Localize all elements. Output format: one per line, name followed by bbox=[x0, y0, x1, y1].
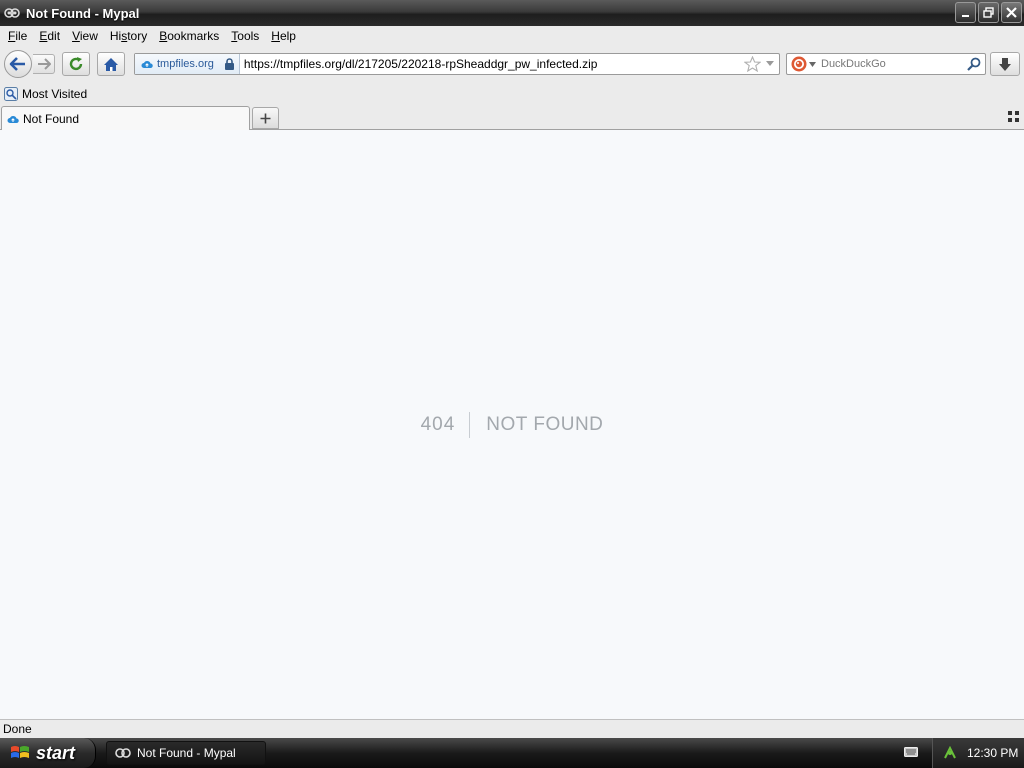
page-content: 404 NOT FOUND bbox=[0, 130, 1024, 719]
url-bar[interactable]: tmpfiles.org https://tmpfiles.org/dl/217… bbox=[134, 53, 780, 75]
grid-dot bbox=[1008, 111, 1012, 115]
bookmarks-toolbar: Most Visited bbox=[0, 83, 1024, 105]
window-controls bbox=[955, 2, 1022, 23]
forward-arrow-icon bbox=[37, 58, 51, 70]
cloud-icon bbox=[141, 61, 153, 68]
minimize-icon bbox=[961, 14, 969, 17]
url-bar-actions bbox=[744, 56, 775, 72]
chevron-down-icon bbox=[809, 61, 816, 67]
taskbar-item-label: Not Found - Mypal bbox=[137, 746, 236, 760]
error-text: NOT FOUND bbox=[486, 414, 604, 435]
navigation-toolbar: tmpfiles.org https://tmpfiles.org/dl/217… bbox=[0, 47, 1024, 81]
taskbar: start Not Found - Mypal 12:30 PM bbox=[0, 738, 1024, 768]
grid-dot bbox=[1015, 111, 1019, 115]
title-bar: Not Found - Mypal bbox=[0, 0, 1024, 26]
system-tray: 12:30 PM bbox=[932, 738, 1024, 768]
menu-help[interactable]: Help bbox=[265, 29, 302, 43]
menu-file[interactable]: File bbox=[2, 29, 33, 43]
minimize-button[interactable] bbox=[955, 2, 976, 23]
menu-history[interactable]: History bbox=[104, 29, 153, 43]
status-text: Done bbox=[3, 722, 32, 736]
menu-label-post: elp bbox=[279, 29, 296, 43]
tab-strip: Not Found bbox=[0, 106, 1024, 130]
start-button[interactable]: start bbox=[0, 738, 96, 768]
menu-label-post: ookmarks bbox=[167, 29, 220, 43]
menu-bookmarks[interactable]: Bookmarks bbox=[153, 29, 225, 43]
menu-view[interactable]: View bbox=[66, 29, 104, 43]
bookmark-star-icon[interactable] bbox=[744, 56, 761, 72]
site-identity[interactable]: tmpfiles.org bbox=[135, 54, 240, 74]
tab-not-found[interactable]: Not Found bbox=[1, 106, 250, 130]
menu-label-post: ile bbox=[15, 29, 28, 43]
tab-label: Not Found bbox=[23, 111, 80, 126]
close-icon bbox=[1006, 7, 1017, 18]
most-visited-folder-icon bbox=[4, 87, 18, 101]
home-icon bbox=[104, 57, 118, 71]
grid-dot bbox=[1015, 118, 1019, 122]
windows-logo-icon bbox=[11, 746, 29, 758]
menu-label-post: dit bbox=[47, 29, 61, 43]
list-all-tabs-button[interactable] bbox=[1008, 111, 1020, 123]
search-input[interactable]: DuckDuckGo bbox=[821, 58, 886, 70]
mypal-app-icon bbox=[4, 5, 20, 21]
tab-favicon-cloud-icon bbox=[7, 115, 19, 123]
grid-dot bbox=[1008, 118, 1012, 122]
menu-edit[interactable]: Edit bbox=[33, 29, 66, 43]
reload-icon bbox=[69, 57, 83, 71]
plus-icon bbox=[260, 113, 271, 123]
duckduckgo-icon bbox=[791, 56, 807, 72]
close-button[interactable] bbox=[1001, 2, 1022, 23]
status-bar: Done bbox=[0, 719, 1024, 738]
clock[interactable]: 12:30 PM bbox=[967, 746, 1018, 760]
new-tab-button[interactable] bbox=[252, 107, 279, 129]
menu-tools[interactable]: Tools bbox=[225, 29, 265, 43]
lock-icon bbox=[224, 58, 234, 70]
window-title: Not Found - Mypal bbox=[26, 5, 140, 21]
back-arrow-icon bbox=[9, 57, 25, 71]
reload-button[interactable] bbox=[62, 52, 90, 76]
network-icon[interactable] bbox=[943, 746, 957, 760]
browser-chrome: File Edit View History Bookmarks Tools H… bbox=[0, 26, 1024, 130]
search-icon[interactable] bbox=[967, 57, 981, 71]
mypal-app-icon bbox=[115, 748, 131, 758]
menu-label-post: ools bbox=[237, 29, 260, 43]
url-dropdown-icon[interactable] bbox=[765, 60, 775, 68]
forward-button[interactable] bbox=[33, 54, 55, 74]
url-text[interactable]: https://tmpfiles.org/dl/217205/220218-rp… bbox=[244, 57, 598, 71]
bookmark-most-visited[interactable]: Most Visited bbox=[22, 87, 87, 101]
home-button[interactable] bbox=[97, 52, 125, 76]
error-code: 404 bbox=[421, 412, 471, 438]
menu-accel: H bbox=[271, 29, 280, 43]
site-identity-label: tmpfiles.org bbox=[157, 58, 214, 70]
restore-icon bbox=[983, 7, 994, 18]
menu-accel: V bbox=[72, 29, 80, 43]
taskbar-item-mypal[interactable]: Not Found - Mypal bbox=[106, 741, 266, 765]
download-arrow-icon bbox=[999, 57, 1011, 71]
back-button[interactable] bbox=[4, 50, 32, 78]
menu-label-post: tory bbox=[127, 29, 148, 43]
menu-label-post: iew bbox=[79, 29, 98, 43]
search-engine-selector[interactable] bbox=[787, 56, 821, 72]
menu-label-pre: Hi bbox=[109, 29, 122, 43]
downloads-button[interactable] bbox=[990, 52, 1020, 76]
search-bar[interactable]: DuckDuckGo bbox=[786, 53, 986, 75]
restore-button[interactable] bbox=[978, 2, 999, 23]
menu-bar: File Edit View History Bookmarks Tools H… bbox=[0, 26, 1024, 46]
keyboard-icon[interactable] bbox=[904, 746, 918, 758]
start-label: start bbox=[36, 742, 76, 763]
error-message: 404 NOT FOUND bbox=[0, 410, 1024, 440]
